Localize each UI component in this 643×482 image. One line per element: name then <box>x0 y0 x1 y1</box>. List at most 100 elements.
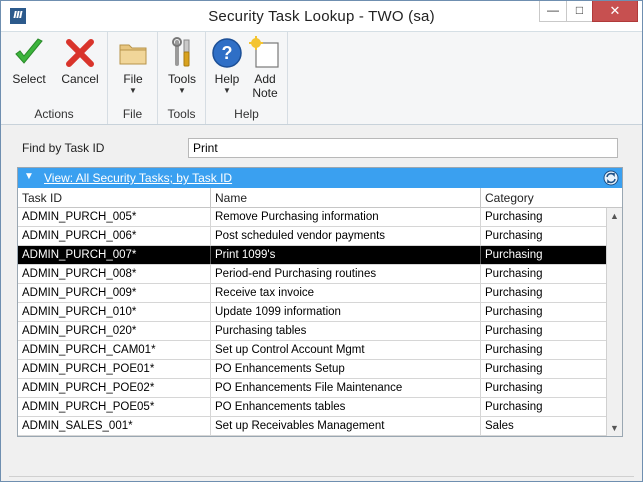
close-button[interactable]: ✕ <box>592 1 638 22</box>
table-row[interactable]: ADMIN_PURCH_009* Receive tax invoice Purch… <box>18 284 606 303</box>
tools-icon <box>172 37 190 67</box>
help-label: Help <box>214 72 240 86</box>
add-note-label-line2: Note <box>252 86 278 100</box>
category-cell: Purchasing <box>485 363 543 375</box>
check-icon <box>15 38 43 64</box>
actions-group-label: Actions <box>34 107 74 121</box>
table-row[interactable]: ADMIN_PURCH_007* Print 1099's Purchasing <box>18 246 606 265</box>
file-group: File ▼ File <box>108 32 158 124</box>
view-dropdown-icon[interactable]: ▼ <box>24 171 34 182</box>
category-cell: Purchasing <box>485 382 543 394</box>
category-cell: Purchasing <box>485 306 543 318</box>
scroll-down-icon[interactable]: ▼ <box>607 420 622 436</box>
file-button[interactable]: File ▼ <box>112 36 154 96</box>
help-group-label: Help <box>234 107 259 121</box>
task-id-cell: ADMIN_PURCH_POE02* <box>18 379 211 397</box>
column-header-category[interactable]: Category <box>481 188 622 208</box>
table-row[interactable]: ADMIN_PURCH_005* Remove Purchasing inform… <box>18 208 606 227</box>
table-row[interactable]: ADMIN_PURCH_008* Period-end Purchasing ro… <box>18 265 606 284</box>
status-bar <box>9 476 634 482</box>
category-cell: Purchasing <box>485 325 543 337</box>
add-note-label-line1: Add <box>254 72 276 86</box>
category-cell: Purchasing <box>485 249 543 261</box>
minimize-button[interactable]: — <box>539 1 567 22</box>
task-id-cell: ADMIN_PURCH_POE01* <box>18 360 211 378</box>
task-id-cell: ADMIN_PURCH_POE05* <box>18 398 211 416</box>
tools-label: Tools <box>167 72 196 86</box>
security-task-lookup-window: Ⅲ Security Task Lookup - TWO (sa) — □ ✕ … <box>0 0 643 482</box>
tools-group: Tools ▼ Tools <box>158 32 206 124</box>
name-cell: Update 1099 information <box>211 303 481 321</box>
table-row[interactable]: ADMIN_PURCH_006* Post scheduled vendor pa… <box>18 227 606 246</box>
task-id-cell: ADMIN_PURCH_010* <box>18 303 211 321</box>
select-button[interactable]: Select <box>7 36 51 86</box>
name-cell: Post scheduled vendor payments <box>211 227 481 245</box>
maximize-button[interactable]: □ <box>566 1 593 22</box>
name-cell: PO Enhancements Setup <box>211 360 481 378</box>
category-cell: Purchasing <box>485 230 543 242</box>
find-by-task-id-input[interactable] <box>188 138 618 158</box>
view-selector-link[interactable]: View: All Security Tasks; by Task ID <box>44 171 232 185</box>
view-bar: ▼ View: All Security Tasks; by Task ID <box>18 168 622 188</box>
task-id-cell: ADMIN_PURCH_008* <box>18 265 211 283</box>
table-row[interactable]: ADMIN_PURCH_010* Update 1099 information P… <box>18 303 606 322</box>
tools-button[interactable]: Tools ▼ <box>161 36 203 96</box>
name-cell: Remove Purchasing information <box>211 208 481 226</box>
find-by-task-id-label: Find by Task ID <box>22 141 105 155</box>
name-cell: PO Enhancements File Maintenance <box>211 379 481 397</box>
table-row[interactable]: ADMIN_SALES_001* Set up Receivables Manag… <box>18 417 606 436</box>
category-cell: Purchasing <box>485 344 543 356</box>
category-cell: Purchasing <box>485 211 543 223</box>
select-label: Select <box>12 72 46 86</box>
name-cell: Print 1099's <box>211 246 481 264</box>
title-bar: Ⅲ Security Task Lookup - TWO (sa) — □ ✕ <box>1 1 642 31</box>
refresh-icon[interactable] <box>602 169 620 187</box>
name-cell: Set up Receivables Management <box>211 417 481 435</box>
tools-dropdown-icon: ▼ <box>178 86 186 95</box>
tools-group-label: Tools <box>167 107 196 121</box>
grid-rows: ADMIN_PURCH_005* Remove Purchasing inform… <box>18 208 606 436</box>
add-note-icon <box>249 36 279 68</box>
table-row[interactable]: ADMIN_PURCH_POE02* PO Enhancements File M… <box>18 379 606 398</box>
task-id-cell: ADMIN_PURCH_006* <box>18 227 211 245</box>
help-question-icon: ? <box>212 38 242 68</box>
file-label: File <box>123 72 143 86</box>
column-header-task-id[interactable]: Task ID <box>18 188 211 208</box>
actions-group: Select Cancel Actions <box>1 32 108 124</box>
table-row[interactable]: ADMIN_PURCH_POE05* PO Enhancements tables… <box>18 398 606 417</box>
file-dropdown-icon: ▼ <box>129 86 137 95</box>
grid-header: Task ID Name Category <box>18 188 622 208</box>
task-id-cell: ADMIN_PURCH_005* <box>18 208 211 226</box>
help-button[interactable]: ? Help ▼ <box>208 36 246 96</box>
folder-icon <box>119 44 147 65</box>
task-id-cell: ADMIN_PURCH_007* <box>18 246 211 264</box>
cancel-x-icon <box>66 39 94 67</box>
column-header-name[interactable]: Name <box>211 188 481 208</box>
task-id-cell: ADMIN_PURCH_009* <box>18 284 211 302</box>
name-cell: Purchasing tables <box>211 322 481 340</box>
task-id-cell: ADMIN_PURCH_CAM01* <box>18 341 211 359</box>
name-cell: Set up Control Account Mgmt <box>211 341 481 359</box>
help-group: ? Help ▼ Add Note Help <box>206 32 288 124</box>
table-row[interactable]: ADMIN_PURCH_020* Purchasing tables Purchas… <box>18 322 606 341</box>
name-cell: Receive tax invoice <box>211 284 481 302</box>
table-row[interactable]: ADMIN_PURCH_POE01* PO Enhancements Setup P… <box>18 360 606 379</box>
task-id-cell: ADMIN_SALES_001* <box>18 417 211 435</box>
category-cell: Purchasing <box>485 268 543 280</box>
category-cell: Purchasing <box>485 401 543 413</box>
name-cell: PO Enhancements tables <box>211 398 481 416</box>
vertical-scrollbar[interactable]: ▲ ▼ <box>606 208 622 436</box>
table-row[interactable]: ADMIN_PURCH_CAM01* Set up Control Account… <box>18 341 606 360</box>
task-id-cell: ADMIN_PURCH_020* <box>18 322 211 340</box>
name-cell: Period-end Purchasing routines <box>211 265 481 283</box>
help-dropdown-icon: ▼ <box>223 86 231 95</box>
category-cell: Sales <box>485 420 514 432</box>
category-cell: Purchasing <box>485 287 543 299</box>
ribbon: Select Cancel Actions File ▼ File Tools … <box>1 31 642 125</box>
cancel-label: Cancel <box>61 72 99 86</box>
add-note-button[interactable]: Add Note <box>246 36 284 100</box>
scroll-up-icon[interactable]: ▲ <box>607 208 622 224</box>
file-group-label: File <box>122 107 143 121</box>
security-tasks-grid: ▼ View: All Security Tasks; by Task ID T… <box>17 167 623 437</box>
cancel-button[interactable]: Cancel <box>57 36 103 86</box>
